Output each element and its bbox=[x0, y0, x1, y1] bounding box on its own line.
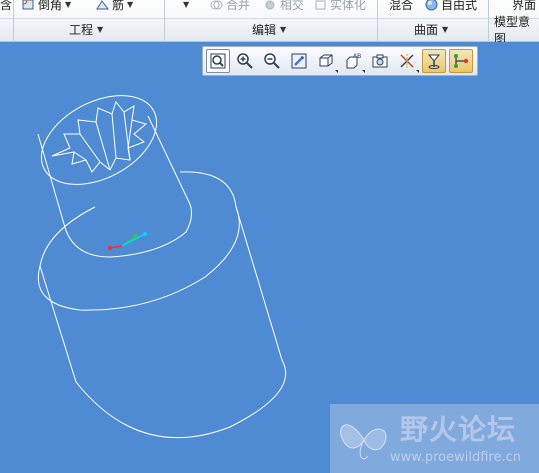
intersect-command[interactable]: 相交 bbox=[264, 0, 304, 13]
model-edges bbox=[37, 95, 287, 439]
watermark-title: 野火论坛 bbox=[400, 413, 517, 446]
graphics-window[interactable]: AB 野火论坛 www.proewildfire.cn bbox=[0, 42, 539, 473]
rib-command[interactable]: 筋 ▼ bbox=[96, 0, 133, 13]
cut-command[interactable]: 含 bbox=[0, 0, 12, 13]
csys-z-axis bbox=[121, 233, 146, 247]
group-editing-dropdown-icon: ▼ bbox=[280, 25, 287, 34]
butterfly-logo-icon bbox=[340, 424, 387, 460]
ribbon-divider bbox=[13, 0, 14, 42]
csys-triad bbox=[108, 232, 147, 250]
cylinder-side-edge bbox=[39, 265, 77, 383]
spline-tooth-edge bbox=[95, 121, 111, 171]
ribbon-divider bbox=[488, 0, 489, 42]
freestyle-command[interactable]: 自由式 bbox=[425, 0, 477, 13]
group-editing-label: 编辑 bbox=[252, 23, 277, 37]
merge-command[interactable]: 合并 bbox=[210, 0, 250, 13]
ribbon-group-labels: 工程 ▼ 编辑 ▼ 曲面 ▼ 模型意图 bbox=[0, 15, 539, 46]
spline-tooth-edge bbox=[127, 119, 133, 149]
cylinder-base-edge bbox=[75, 359, 287, 439]
shaft-side-edge bbox=[37, 133, 65, 225]
round-command[interactable]: 倒角 ▼ bbox=[22, 0, 71, 13]
solidify-command[interactable]: 实体化 bbox=[314, 0, 366, 13]
group-engineering-label: 工程 bbox=[69, 23, 94, 37]
round-icon bbox=[22, 0, 34, 10]
intersect-label: 相交 bbox=[280, 0, 305, 12]
rib-dropdown-icon[interactable]: ▼ bbox=[127, 0, 133, 9]
shaft-base-edge bbox=[63, 199, 192, 258]
group-engineering-dropdown-icon: ▼ bbox=[97, 25, 104, 34]
freestyle-label: 自由式 bbox=[441, 0, 478, 12]
group-editing[interactable]: 编辑 ▼ bbox=[252, 21, 286, 38]
shaft-side-edge bbox=[147, 115, 189, 201]
merge-icon bbox=[210, 0, 223, 10]
ribbon-command-row: 含 倒角 ▼ 筋 ▼ ▼ 合并 相交 实体化 混合 自由式 界面 bbox=[0, 0, 539, 17]
group-engineering[interactable]: 工程 ▼ bbox=[69, 21, 103, 38]
shaft-top-edge bbox=[40, 95, 158, 185]
csys-x-tip bbox=[108, 246, 112, 250]
solidify-label: 实体化 bbox=[330, 0, 367, 12]
ribbon-divider bbox=[164, 0, 165, 42]
edit-more-icon[interactable]: ▼ bbox=[183, 0, 189, 9]
spline-tooth-edge bbox=[73, 151, 87, 161]
round-dropdown-icon[interactable]: ▼ bbox=[65, 0, 71, 9]
interface-label: 界面 bbox=[512, 0, 537, 12]
intersect-icon bbox=[265, 0, 275, 10]
group-surfaces[interactable]: 曲面 ▼ bbox=[414, 21, 448, 38]
group-surfaces-dropdown-icon: ▼ bbox=[442, 25, 449, 34]
edit-dropdown[interactable]: ▼ bbox=[183, 0, 189, 13]
spline-profile-edge bbox=[51, 100, 148, 173]
group-surfaces-label: 曲面 bbox=[414, 23, 439, 37]
ribbon-divider bbox=[377, 0, 378, 42]
group-model-intent[interactable]: 模型意图 bbox=[494, 15, 539, 46]
interface-command[interactable]: 界面 bbox=[512, 0, 536, 13]
spline-tooth-edge bbox=[111, 113, 117, 159]
merge-label: 合并 bbox=[226, 0, 251, 12]
csys-y-tip bbox=[134, 234, 138, 238]
cylinder-side-edge bbox=[235, 206, 283, 361]
rib-icon bbox=[96, 0, 109, 10]
blend-command[interactable]: 混合 bbox=[389, 0, 413, 13]
freestyle-icon bbox=[425, 0, 438, 11]
blend-label: 混合 bbox=[389, 0, 414, 12]
watermark-url: www.proewildfire.cn bbox=[390, 450, 521, 465]
solidify-icon bbox=[315, 0, 326, 10]
spline-tooth-edge bbox=[123, 111, 131, 161]
cylinder-top-edge bbox=[38, 206, 240, 311]
cut-label: 含 bbox=[0, 0, 13, 12]
rib-label: 筋 bbox=[112, 0, 125, 12]
cylinder-top-edge bbox=[39, 206, 96, 267]
csys-z-tip bbox=[143, 232, 147, 236]
round-label: 倒角 bbox=[38, 0, 63, 12]
forum-watermark: 野火论坛 www.proewildfire.cn bbox=[330, 404, 539, 473]
ribbon: 含 倒角 ▼ 筋 ▼ ▼ 合并 相交 实体化 混合 自由式 界面 工程 ▼ 编辑… bbox=[0, 0, 539, 46]
